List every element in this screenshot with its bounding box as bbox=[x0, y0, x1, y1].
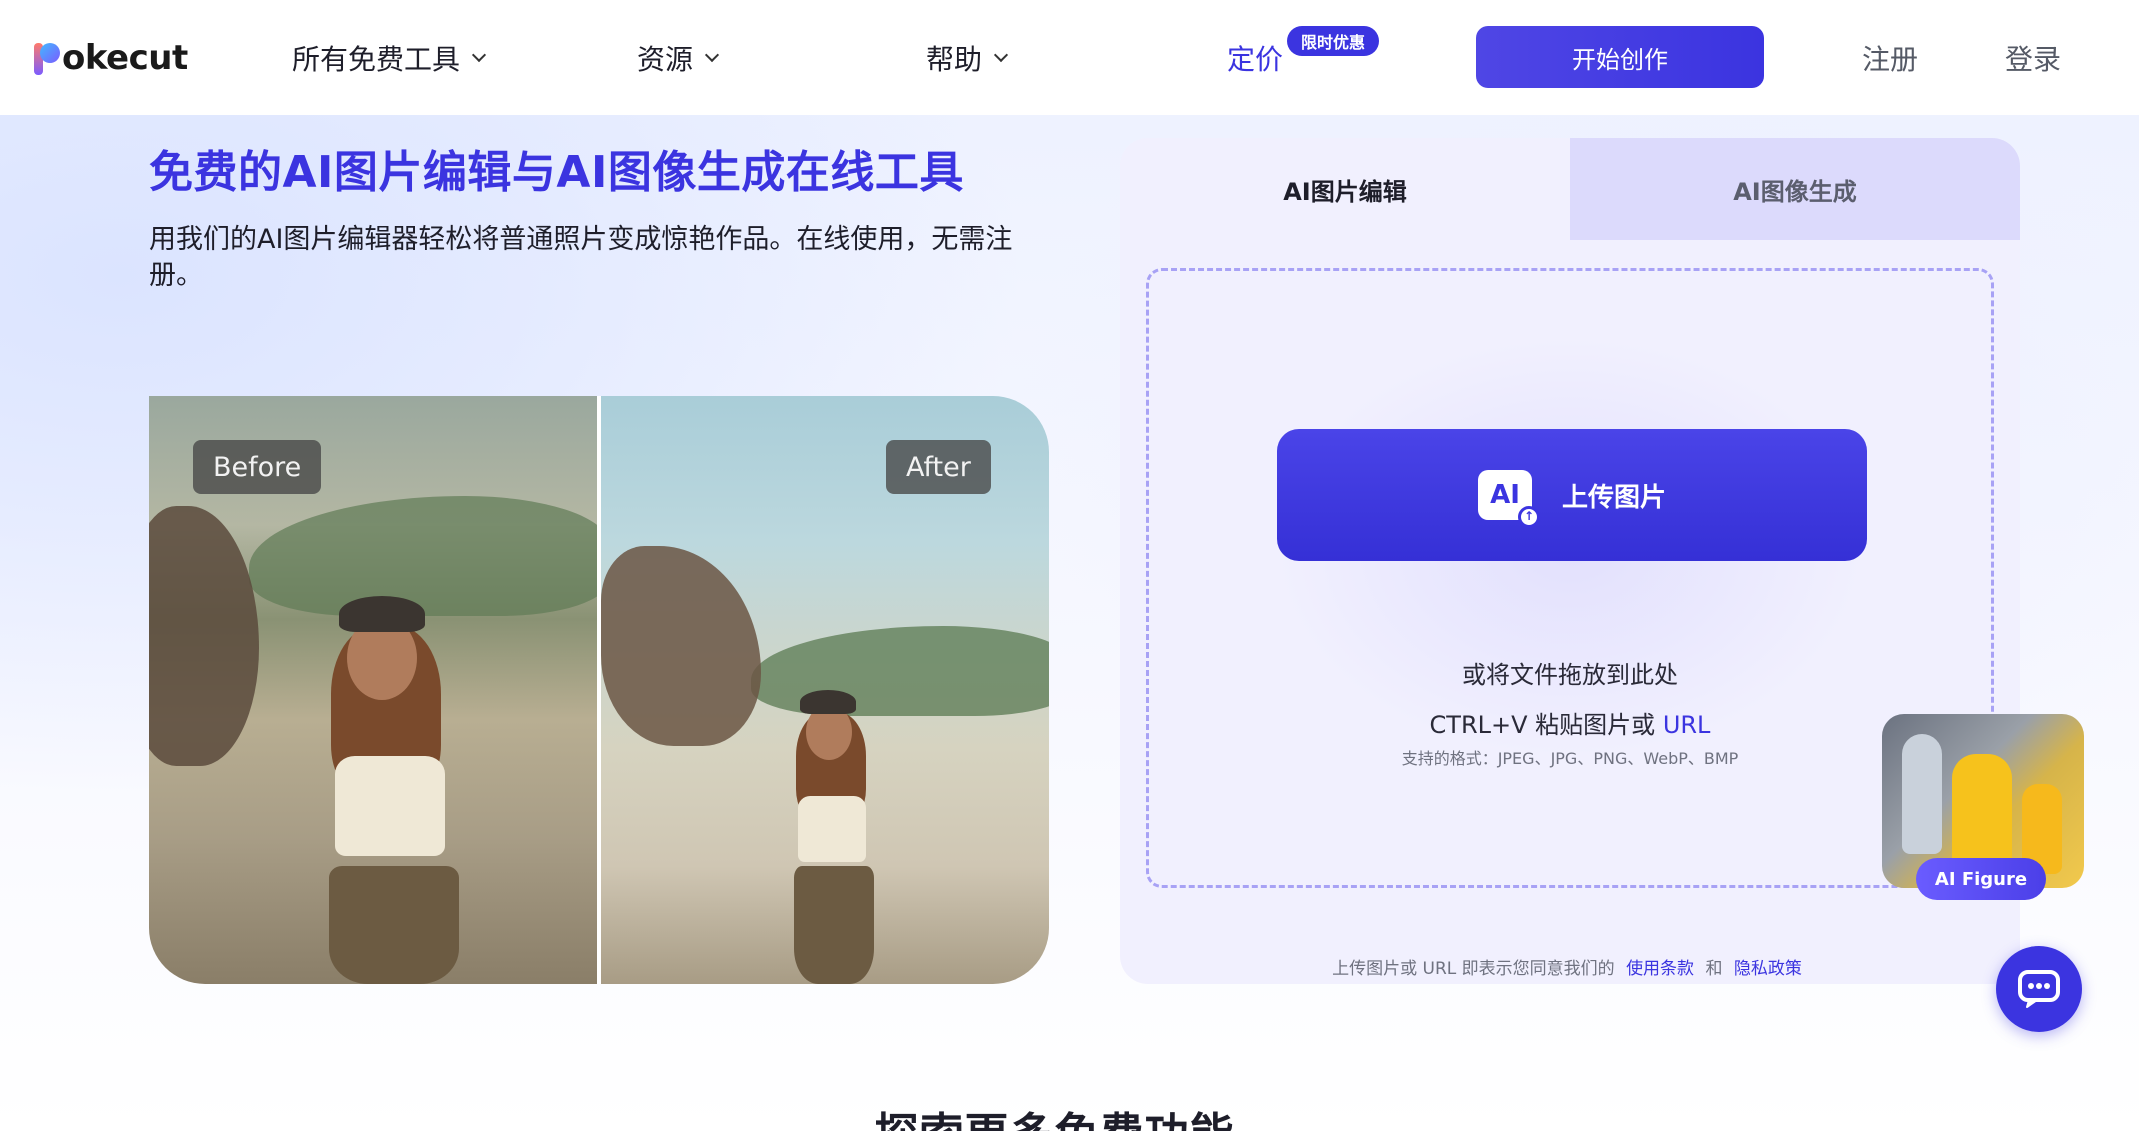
woman-figure bbox=[776, 676, 886, 984]
pokecut-logo[interactable]: okecut bbox=[34, 36, 188, 80]
nav-pricing[interactable]: 定价 bbox=[1227, 38, 1283, 78]
woman-figure bbox=[299, 566, 479, 984]
after-label: After bbox=[886, 440, 991, 494]
nav-help-label: 帮助 bbox=[926, 43, 983, 76]
nav-resources-label: 资源 bbox=[637, 43, 694, 76]
nav-all-free-tools-label: 所有免费工具 bbox=[292, 43, 461, 76]
hero-title: 免费的AI图片编辑与AI图像生成在线工具 bbox=[149, 147, 964, 198]
file-drop-zone[interactable]: AI ↑ 上传图片 或将文件拖放到此处 CTRL+V 粘贴图片或 URL 支持的… bbox=[1146, 268, 1994, 888]
nav-all-free-tools[interactable]: 所有免费工具 bbox=[292, 38, 487, 78]
signup-link[interactable]: 注册 bbox=[1862, 38, 1918, 78]
ai-upload-icon: AI ↑ bbox=[1477, 470, 1540, 528]
nav-pricing-label: 定价 bbox=[1227, 43, 1284, 76]
top-navigation-bar: okecut 所有免费工具 资源 帮助 定价 限时优惠 开始创作 注册 登录 bbox=[0, 0, 2139, 115]
terms-and: 和 bbox=[1705, 959, 1723, 979]
explore-more-features-heading: 探索更多免费功能 bbox=[0, 1098, 2139, 1131]
drop-instruction: 或将文件拖放到此处 bbox=[1462, 661, 1678, 689]
url-link[interactable]: URL bbox=[1663, 711, 1711, 739]
supported-formats: 支持的格式：JPEG、JPG、PNG、WebP、BMP bbox=[1401, 749, 1739, 768]
chevron-down-icon bbox=[704, 47, 720, 63]
paste-instruction-text: CTRL+V 粘贴图片或 bbox=[1429, 711, 1656, 739]
ai-icon-text: AI bbox=[1490, 480, 1520, 510]
terms-of-use-link[interactable]: 使用条款 bbox=[1626, 959, 1694, 979]
hero-subtitle: 用我们的AI图片编辑器轻松将普通照片变成惊艳作品。在线使用，无需注册。 bbox=[149, 224, 1013, 291]
nav-resources[interactable]: 资源 bbox=[637, 38, 720, 78]
chevron-down-icon bbox=[471, 47, 487, 63]
before-label: Before bbox=[193, 440, 322, 494]
start-creating-button[interactable]: 开始创作 bbox=[1476, 26, 1764, 88]
upload-arrow-icon: ↑ bbox=[1517, 506, 1540, 528]
login-link[interactable]: 登录 bbox=[2005, 38, 2061, 78]
logo-text: okecut bbox=[62, 38, 188, 78]
before-after-comparison: Before After bbox=[149, 396, 1049, 984]
tab-ai-image-generation[interactable]: AI图像生成 bbox=[1570, 138, 2020, 240]
chevron-down-icon bbox=[993, 47, 1009, 63]
upload-image-button[interactable]: AI ↑ 上传图片 bbox=[1277, 429, 1867, 561]
terms-notice: 上传图片或 URL 即表示您同意我们的 使用条款 和 隐私政策 bbox=[1120, 954, 2020, 979]
terms-prefix: 上传图片或 URL 即表示您同意我们的 bbox=[1332, 959, 1615, 979]
nav-help[interactable]: 帮助 bbox=[926, 38, 1009, 78]
upload-image-label: 上传图片 bbox=[1561, 482, 1666, 513]
privacy-policy-link[interactable]: 隐私政策 bbox=[1734, 959, 1802, 979]
tab-ai-photo-editing[interactable]: AI图片编辑 bbox=[1120, 138, 1570, 240]
chat-support-button[interactable] bbox=[1996, 946, 2082, 1032]
logo-mark-icon bbox=[34, 41, 60, 75]
limited-offer-badge: 限时优惠 bbox=[1287, 26, 1380, 56]
ai-figure-badge[interactable]: AI Figure bbox=[1916, 858, 2046, 900]
paste-instruction: CTRL+V 粘贴图片或 URL bbox=[1149, 705, 1991, 740]
chat-bubble-icon bbox=[2018, 970, 2060, 1008]
